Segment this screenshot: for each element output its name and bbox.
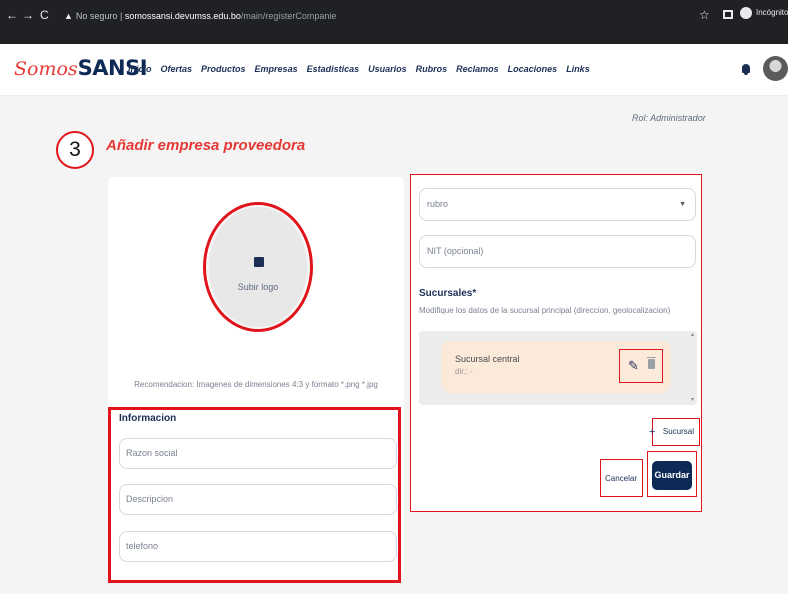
page-title: Añadir empresa proveedora — [106, 137, 306, 154]
nav-item-inicio[interactable]: Inicio — [128, 64, 152, 74]
branch-list: Sucursal central dir.: - ✎ — [419, 331, 697, 405]
chevron-down-icon: ▼ — [679, 201, 686, 208]
nav-item-rubros[interactable]: Rubros — [416, 64, 448, 74]
page-body: Rol: Administrador 3 Añadir empresa prov… — [0, 96, 788, 594]
edit-pencil-icon[interactable]: ✎ — [628, 358, 639, 374]
logo-part1: Somos — [14, 58, 78, 80]
url-host: somossansi.devumss.edu.bo — [124, 11, 241, 21]
address-bar[interactable]: ▲ No seguro | somossansi.devumss.edu.bo/m… — [64, 5, 624, 27]
rubro-select[interactable]: rubro ▼ — [419, 188, 696, 221]
branch-name: Sucursal central — [455, 354, 520, 364]
descripcion-field[interactable]: Descripcion — [119, 484, 397, 515]
branch-card: Sucursal central dir.: - ✎ — [441, 341, 671, 393]
image-icon — [254, 257, 264, 267]
nit-field[interactable]: NIT (opcional) — [419, 235, 696, 268]
role-label: Rol: Administrador — [632, 113, 706, 123]
save-button-highlight: Guardar — [647, 451, 697, 497]
back-button[interactable]: ← — [6, 9, 18, 21]
security-label: No seguro — [75, 11, 118, 21]
branch-list-scrollbar[interactable] — [691, 331, 696, 403]
extensions-icon[interactable] — [723, 10, 733, 19]
razon-social-field[interactable]: Razon social — [119, 438, 397, 469]
logo-upload-area[interactable] — [207, 205, 309, 329]
nav-item-locaciones[interactable]: Locaciones — [508, 64, 558, 74]
avatar[interactable] — [763, 56, 788, 81]
upload-logo-label[interactable]: Subir logo — [208, 282, 308, 292]
delete-trash-icon[interactable] — [647, 357, 656, 369]
logo-recommendation: Recomendacion: Imagenes de dimensiones 4… — [134, 380, 378, 389]
url-path: /main/registerCompanie — [240, 11, 337, 21]
step-number-badge: 3 — [56, 131, 94, 169]
add-branch-label: Sucursal — [662, 427, 694, 436]
cancel-label: Cancelar — [605, 474, 638, 483]
nav-item-ofertas[interactable]: Ofertas — [161, 64, 193, 74]
telefono-field[interactable]: telefono — [119, 531, 397, 562]
main-nav: Inicio Ofertas Productos Empresas Estadi… — [128, 64, 590, 74]
forward-button[interactable]: → — [22, 9, 34, 21]
nav-item-productos[interactable]: Productos — [201, 64, 246, 74]
browser-toolbar: ← → C ▲ No seguro | somossansi.devumss.ed… — [0, 0, 788, 44]
info-heading: Informacion — [119, 413, 177, 424]
reload-button[interactable]: C — [40, 9, 49, 21]
warning-icon: ▲ — [64, 11, 73, 21]
bookmark-star-icon[interactable]: ☆ — [699, 8, 710, 22]
plus-icon: + — [649, 426, 656, 438]
info-section: Informacion Razon social Descripcion tel… — [108, 407, 401, 583]
nav-item-links[interactable]: Links — [566, 64, 590, 74]
sucursales-label: Sucursales* — [419, 288, 477, 299]
nav-item-reclamos[interactable]: Reclamos — [456, 64, 499, 74]
save-button[interactable]: Guardar — [652, 461, 692, 490]
rubro-select-value: rubro — [427, 199, 449, 209]
nav-item-empresas[interactable]: Empresas — [255, 64, 298, 74]
add-branch-button[interactable]: + Sucursal — [649, 418, 700, 446]
incognito-icon[interactable] — [740, 7, 752, 19]
sucursales-hint: Modifique los datos de la sucursal princ… — [419, 306, 671, 315]
company-details-card: rubro ▼ NIT (opcional) Sucursales* Modif… — [410, 174, 702, 512]
nav-item-estadisticas[interactable]: Estadisticas — [307, 64, 360, 74]
cancel-button[interactable]: Cancelar — [600, 459, 643, 497]
nav-item-usuarios[interactable]: Usuarios — [368, 64, 407, 74]
notifications-bell-icon[interactable] — [742, 64, 750, 75]
branch-actions: ✎ — [619, 349, 663, 383]
incognito-label: Incógnito — [756, 8, 788, 17]
branch-address: dir.: - — [455, 367, 473, 376]
app-header: SomosSANSI Inicio Ofertas Productos Empr… — [0, 44, 788, 96]
